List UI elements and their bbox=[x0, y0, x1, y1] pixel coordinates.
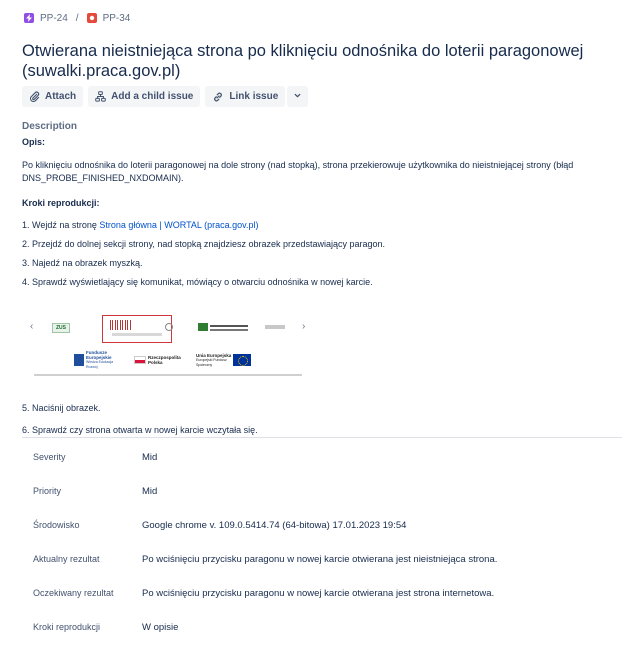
unia-europejska-logo: Unia Europejska Europejski Fundusz Społec… bbox=[196, 352, 252, 368]
field-severity[interactable]: Severity Mid bbox=[22, 440, 612, 474]
zus-logo: ZUS bbox=[52, 323, 70, 333]
field-label: Oczekiwany rezultat bbox=[33, 588, 114, 598]
issue-actions-toolbar: Attach Add a child issue Link issue bbox=[22, 86, 309, 107]
fe-text: Fundusze Europejskie bbox=[86, 350, 112, 360]
field-value[interactable]: W opisie bbox=[142, 622, 178, 633]
description-body[interactable]: Opis: Po kliknięciu odnośnika do loterii… bbox=[22, 136, 602, 295]
issue-title[interactable]: Otwierana nieistniejąca strona po klikni… bbox=[22, 41, 612, 81]
link-icon bbox=[212, 91, 224, 103]
list-item: 2. Przejdź do dolnej sekcji strony, nad … bbox=[22, 239, 386, 249]
field-value[interactable]: Google chrome v. 109.0.5414.74 (64-bitow… bbox=[142, 520, 406, 531]
add-child-issue-button[interactable]: Add a child issue bbox=[88, 86, 201, 107]
polish-flag-icon bbox=[134, 356, 146, 364]
field-label: Priority bbox=[33, 486, 62, 496]
child-issue-icon bbox=[95, 91, 106, 102]
attach-button[interactable]: Attach bbox=[22, 86, 84, 107]
seal-icon bbox=[165, 323, 173, 331]
field-kroki-reprodukcji[interactable]: Kroki reprodukcji W opisie bbox=[22, 610, 612, 644]
carousel-prev-icon: ‹ bbox=[30, 321, 34, 332]
eu-logos-row: Fundusze Europejskie Wiedza Edukacja Rozw… bbox=[74, 350, 252, 370]
field-value[interactable]: Mid bbox=[142, 486, 157, 497]
fe-sub: Wiedza Edukacja Rozwój bbox=[86, 360, 114, 369]
receipt-caption bbox=[112, 333, 162, 336]
field-value[interactable]: Po wciśnięciu przycisku paragonu w nowej… bbox=[142, 554, 497, 565]
step-1-text: 1. Wejdź na stronę bbox=[22, 220, 100, 230]
breadcrumb: PP-24 / PP-34 bbox=[24, 10, 130, 26]
steps-list: 1. Wejdź na stronę Strona główna | WORTA… bbox=[22, 219, 602, 295]
fundusze-europejskie-logo: Fundusze Europejskie Wiedza Edukacja Rozw… bbox=[74, 350, 116, 370]
small-logo bbox=[265, 325, 285, 329]
paperclip-icon bbox=[29, 91, 40, 102]
breadcrumb-separator: / bbox=[75, 12, 79, 24]
breadcrumb-parent-link[interactable]: PP-24 bbox=[40, 13, 68, 24]
breadcrumb-current-link[interactable]: PP-34 bbox=[103, 13, 131, 24]
list-item: 3. Najedź na obrazek myszką. bbox=[22, 258, 143, 268]
attach-label: Attach bbox=[45, 91, 77, 102]
link-issue-group: Link issue bbox=[205, 86, 309, 107]
description-heading: Description bbox=[22, 121, 78, 132]
receipt-barcode-icon bbox=[110, 320, 132, 330]
list-item: 4. Sprawdź wyświetlający się komunikat, … bbox=[22, 277, 373, 287]
carousel-next-icon: › bbox=[302, 321, 306, 332]
field-label: Aktualny rezultat bbox=[33, 554, 100, 564]
gov-logo bbox=[198, 323, 250, 333]
field-srodowisko[interactable]: Środowisko Google chrome v. 109.0.5414.7… bbox=[22, 508, 612, 542]
field-oczekiwany-rezultat[interactable]: Oczekiwany rezultat Po wciśnięciu przyci… bbox=[22, 576, 612, 610]
kroki-label: Kroki reprodukcji: bbox=[22, 198, 100, 208]
attached-screenshot[interactable]: ‹ ZUS › Fundusze Europejskie Wiedza Eduka… bbox=[22, 311, 312, 381]
link-issue-label: Link issue bbox=[229, 91, 279, 102]
step-6: 6. Sprawdź czy strona otwarta w nowej ka… bbox=[22, 425, 258, 435]
fe-mark-icon bbox=[74, 354, 84, 366]
field-aktualny-rezultat[interactable]: Aktualny rezultat Po wciśnięciu przycisk… bbox=[22, 542, 612, 576]
epic-icon bbox=[24, 13, 34, 23]
field-value[interactable]: Mid bbox=[142, 452, 157, 463]
ue-text: Unia Europejska bbox=[196, 352, 232, 358]
issue-fields: Severity Mid Priority Mid Środowisko Goo… bbox=[22, 440, 612, 644]
link-issue-button[interactable]: Link issue bbox=[205, 86, 286, 107]
field-label: Kroki reprodukcji bbox=[33, 622, 101, 632]
eu-flag-icon bbox=[233, 354, 252, 366]
opis-label: Opis: bbox=[22, 137, 46, 147]
field-priority[interactable]: Priority Mid bbox=[22, 474, 612, 508]
field-value[interactable]: Po wciśnięciu przycisku paragonu w nowej… bbox=[142, 588, 494, 599]
chevron-down-icon bbox=[293, 91, 302, 103]
bug-icon bbox=[86, 13, 97, 23]
list-item: 1. Wejdź na stronę Strona główna | WORTA… bbox=[22, 219, 602, 238]
rzeczpospolita-logo: Rzeczpospolita Polska bbox=[134, 355, 181, 365]
divider bbox=[22, 437, 622, 438]
logo-carousel: ‹ ZUS › bbox=[22, 311, 312, 345]
ue-sub: Europejski Fundusz Społeczny bbox=[196, 357, 227, 367]
field-label: Środowisko bbox=[33, 520, 80, 530]
link-issue-dropdown-button[interactable] bbox=[287, 86, 309, 107]
opis-text: Po kliknięciu odnośnika do loterii parag… bbox=[22, 160, 574, 183]
field-label: Severity bbox=[33, 452, 66, 462]
rp-text: Rzeczpospolita Polska bbox=[148, 355, 181, 365]
wortal-link[interactable]: Strona główna | WORTAL (praca.gov.pl) bbox=[99, 220, 258, 230]
image-footer-text bbox=[34, 374, 302, 376]
add-child-issue-label: Add a child issue bbox=[111, 91, 194, 102]
step-5: 5. Naciśnij obrazek. bbox=[22, 403, 101, 413]
